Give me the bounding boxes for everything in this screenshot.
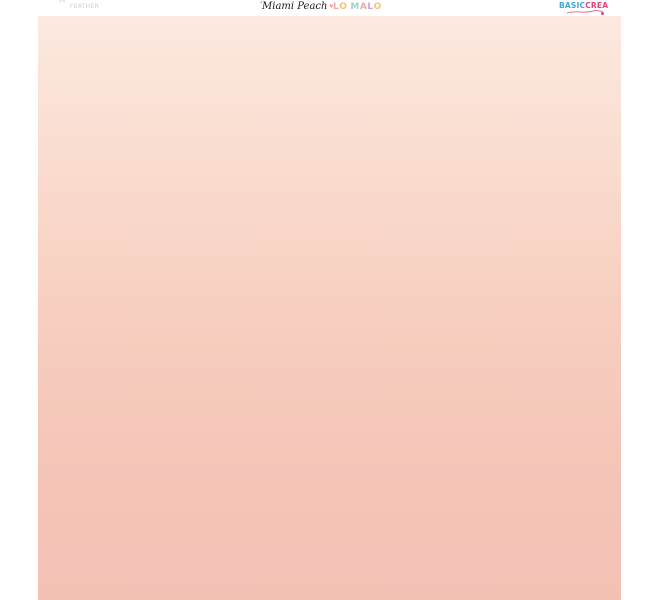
basiccrea-logo-text: BASICCREA [559,1,609,10]
feather-logo: FEATHER [52,0,100,10]
dot-icon [601,12,604,15]
collection-title-text: Miami Peach [262,1,328,12]
feather-logo-text: FEATHER [70,3,100,10]
paper-page: FEATHER ✦ Miami Peach ♥ LO MALO BASICCRE… [0,0,660,600]
collection-title: ✦ Miami Peach ♥ [259,0,333,12]
swash-icon [567,10,603,14]
basiccrea-logo: BASICCREA [559,1,609,16]
crown-icon [59,0,65,3]
lomalo-logo-text: LO MALO [333,2,382,12]
lomalo-logo: LO MALO [333,2,382,12]
star-icon: ✦ [259,0,264,6]
header-strip: FEATHER ✦ Miami Peach ♥ LO MALO BASICCRE… [0,0,660,16]
gradient-paper-sheet [38,16,621,600]
